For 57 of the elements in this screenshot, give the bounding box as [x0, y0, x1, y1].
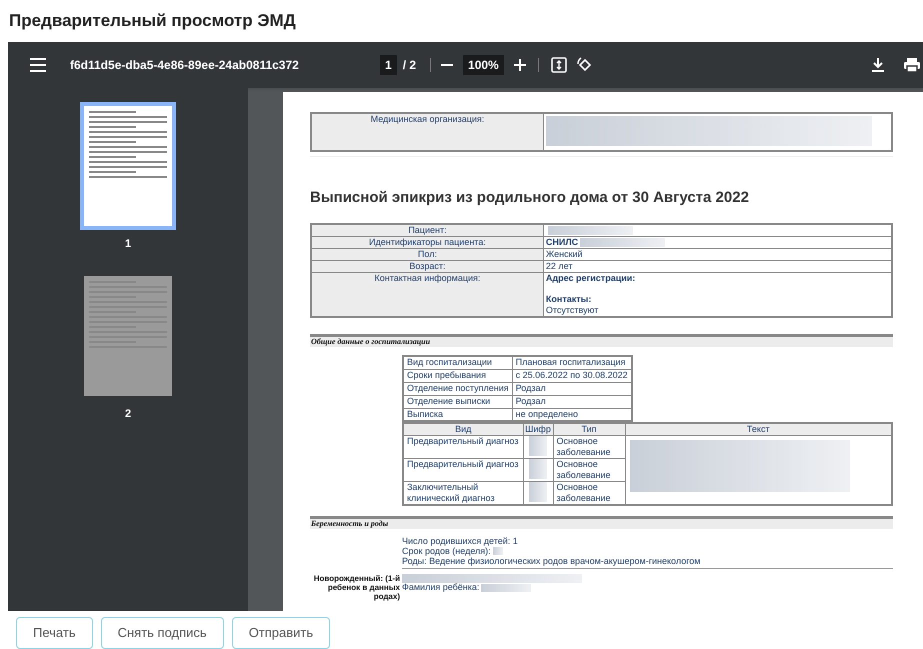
table-cell-text: Женский [546, 249, 584, 260]
table-cell: Пациент: [311, 224, 544, 237]
table-cell-heading: Контакты: [546, 294, 592, 306]
page-count: / 2 [402, 56, 416, 74]
column-header: Шифр [523, 423, 553, 436]
table-cell-text: Отсутствуют [546, 305, 600, 316]
section-heading: Общие данные о госпитализации [310, 336, 430, 348]
document-title: Выписной эпикриз из родильного дома от 30 Августа 2022 [310, 188, 750, 208]
download-icon[interactable] [872, 58, 884, 72]
table-cell-heading: Адрес регистрации: [546, 273, 636, 284]
column-header: Вид [403, 423, 523, 436]
table-cell: Родзал [512, 382, 632, 396]
zoom-field[interactable]: 100% [463, 54, 504, 75]
text-line: Роды: Ведение физиологических родов врачом-акушером-гинекологом [402, 556, 700, 566]
table-cell: Медицинская организация: [311, 112, 544, 151]
redacted-blur [529, 436, 547, 456]
redacted-blur [529, 459, 547, 480]
redacted-blur [529, 482, 547, 502]
table-cell: Основное заболевание [553, 458, 625, 482]
table-cell: Идентификаторы пациента: [311, 236, 544, 249]
action-button[interactable]: Снять подпись [100, 617, 224, 649]
table-cell: Предварительный диагноз [403, 436, 523, 459]
table-cell: Возраст: [311, 260, 544, 273]
dialog-title: Предварительный просмотр ЭМД [9, 10, 296, 32]
table-cell: Плановая госпитализация [512, 356, 632, 370]
table-cell-heading: СНИЛС [546, 237, 578, 248]
table-cell-text: 22 лет [546, 261, 574, 272]
field-label: Новорожденный: (1-й ребенок в данных родах) [312, 574, 401, 602]
action-button[interactable]: Отправить [232, 617, 330, 649]
table-cell: Вид госпитализации [403, 356, 512, 370]
table-cell: Отделение поступления [403, 382, 512, 396]
page-number-label: 2 [124, 407, 132, 422]
table-cell: Предварительный диагноз [403, 458, 523, 482]
table-cell: Основное заболевание [553, 436, 625, 459]
table-cell: Пол: [311, 248, 544, 261]
file-name: f6d11d5e-dba5-4e86-89ee-24ab0811c372 [70, 56, 300, 74]
page-number-field[interactable]: 1 [380, 54, 397, 75]
column-header: Тип [553, 423, 625, 436]
table-cell: Контактная информация: [311, 272, 544, 318]
action-button[interactable]: Печать [16, 617, 93, 649]
table-cell: Отделение выписки [403, 395, 512, 408]
table-cell: с 25.06.2022 по 30.08.2022 [512, 369, 632, 382]
zoom-in-button[interactable] [514, 58, 526, 71]
field-label: Фамилия ребёнка: [402, 583, 480, 592]
page-thumbnail[interactable] [80, 102, 176, 230]
table-cell: Родзал [512, 395, 632, 408]
rotate-icon[interactable] [576, 56, 593, 73]
fit-page-icon[interactable] [550, 56, 567, 73]
text-line: Срок родов (неделя): [402, 546, 491, 556]
section-heading: Беременность и роды [310, 518, 388, 530]
column-header: Текст [625, 423, 892, 436]
print-icon[interactable] [904, 58, 920, 72]
text-line: Число родившихся детей: 1 [402, 536, 518, 546]
page-number-label: 1 [124, 236, 132, 252]
menu-icon[interactable] [30, 58, 46, 72]
redacted-blur [492, 547, 503, 556]
table-cell: Сроки пребывания [403, 369, 512, 382]
